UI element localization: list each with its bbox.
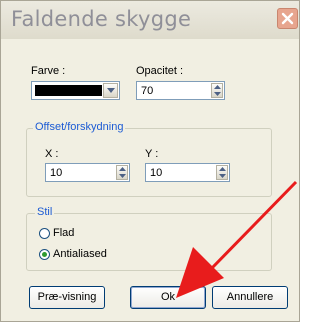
annotation-arrow — [176, 180, 298, 298]
